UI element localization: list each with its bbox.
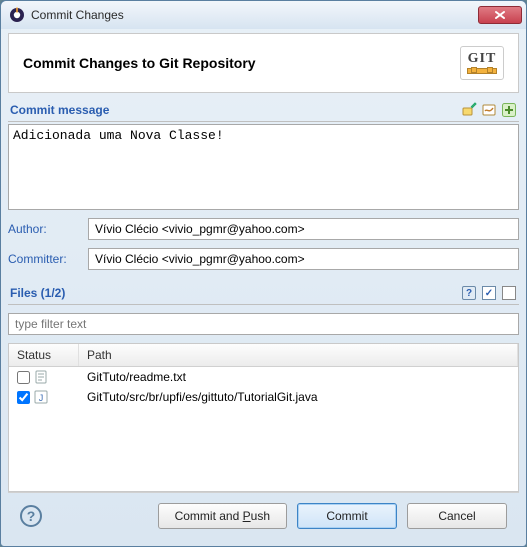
help-small-icon[interactable]: ? (461, 285, 477, 301)
amend-icon[interactable] (461, 102, 477, 118)
help-icon[interactable]: ? (20, 505, 42, 527)
row-path: GitTuto/src/br/upfi/es/gittuto/TutorialG… (87, 390, 510, 404)
text-file-icon (34, 370, 48, 384)
close-button[interactable] (478, 6, 522, 24)
deselect-all-icon[interactable] (501, 285, 517, 301)
select-all-icon[interactable]: ✓ (481, 285, 497, 301)
dialog-title: Commit Changes to Git Repository (23, 55, 256, 71)
table-body: GitTuto/readme.txt J GitTuto/src/br/upfi/e… (9, 367, 518, 407)
dialog-body: Commit message Author: Committer: (8, 99, 519, 492)
table-header: Status Path (9, 344, 518, 367)
author-input[interactable] (88, 218, 519, 240)
files-header: Files (1/2) ? ✓ (8, 282, 519, 305)
row-checkbox[interactable] (17, 391, 30, 404)
committer-input[interactable] (88, 248, 519, 270)
commit-message-header: Commit message (8, 99, 519, 122)
cancel-button[interactable]: Cancel (407, 503, 507, 529)
table-row[interactable]: J GitTuto/src/br/upfi/es/gittuto/Tutorial… (9, 387, 518, 407)
author-row: Author: (8, 218, 519, 240)
col-status[interactable]: Status (9, 344, 79, 366)
commit-message-label: Commit message (10, 103, 109, 117)
author-label: Author: (8, 222, 80, 236)
git-logo: GIT (460, 46, 504, 80)
files-label: Files (1/2) (10, 286, 65, 300)
svg-text:J: J (39, 393, 44, 403)
table-row[interactable]: GitTuto/readme.txt (9, 367, 518, 387)
commit-and-push-button[interactable]: Commit and Push (158, 503, 287, 529)
show-whitespace-icon[interactable] (501, 102, 517, 118)
titlebar: Commit Changes (1, 1, 526, 29)
filter-input[interactable] (8, 313, 519, 335)
java-file-icon: J (34, 390, 48, 404)
col-path[interactable]: Path (79, 344, 518, 366)
row-checkbox[interactable] (17, 371, 30, 384)
window-title: Commit Changes (31, 8, 472, 22)
signoff-icon[interactable] (481, 102, 497, 118)
dialog-footer: ? Commit and Push Commit Cancel (8, 492, 519, 541)
committer-label: Committer: (8, 252, 80, 266)
commit-button[interactable]: Commit (297, 503, 397, 529)
dialog-window: Commit Changes Commit Changes to Git Rep… (0, 0, 527, 547)
row-path: GitTuto/readme.txt (87, 370, 510, 384)
committer-row: Committer: (8, 248, 519, 270)
files-table: Status Path GitTuto/readme.txt J GitTuto/s… (8, 343, 519, 492)
dialog-header: Commit Changes to Git Repository GIT (8, 33, 519, 93)
app-icon (9, 7, 25, 23)
commit-message-input[interactable] (8, 124, 519, 210)
